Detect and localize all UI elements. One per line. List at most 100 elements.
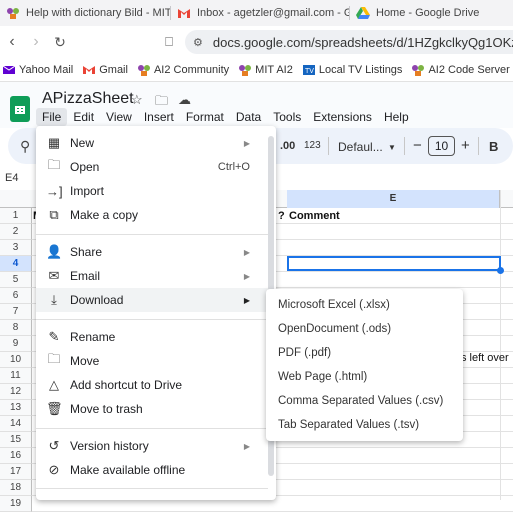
menu-item-import[interactable]: →] Import	[36, 179, 268, 203]
menu-file[interactable]: File	[36, 108, 68, 126]
download-submenu: Microsoft Excel (.xlsx) OpenDocument (.o…	[266, 289, 463, 441]
rename-icon: ✎	[48, 329, 60, 344]
submenu-arrow-icon: ▶	[243, 138, 250, 148]
menu-format[interactable]: Format	[180, 108, 230, 126]
decrease-font-size-button[interactable]: −	[413, 137, 422, 154]
file-menu: ▦ New ▶ 🗀 Open Ctrl+O →] Import ⧉ Make a copy …	[36, 126, 276, 500]
name-box[interactable]: E4	[5, 172, 18, 184]
bookmark-button[interactable]: ⎕	[157, 30, 181, 54]
cell-d10[interactable]: s left over	[461, 352, 509, 364]
menu-item-rename[interactable]: ✎ Rename	[36, 325, 268, 349]
cloud-status-icon[interactable]: ☁	[178, 92, 191, 108]
ai2-icon	[412, 64, 425, 76]
browser-nav-bar: ‹ › ↻ ⎕ ⚙ docs.google.com/spreadsheets/d…	[0, 26, 513, 58]
bookmark-mit-ai2[interactable]: MIT AI2	[239, 64, 293, 76]
menu-divider	[36, 428, 268, 429]
menu-divider	[36, 319, 268, 320]
menu-insert[interactable]: Insert	[138, 108, 180, 126]
menu-help[interactable]: Help	[378, 108, 415, 126]
fill-handle[interactable]	[497, 267, 504, 274]
selected-cell-e4[interactable]	[287, 256, 501, 271]
site-settings-icon[interactable]: ⚙	[193, 36, 203, 49]
toolbar-divider	[328, 137, 329, 155]
move-icon: 🗀	[47, 351, 61, 366]
address-bar[interactable]: ⚙ docs.google.com/spreadsheets/d/1HZgkcl…	[185, 30, 513, 54]
share-icon: 👤	[46, 244, 63, 259]
bookmark-gmail[interactable]: Gmail	[83, 64, 128, 76]
toolbar-divider	[404, 137, 405, 155]
browser-tab[interactable]: Inbox - agetzler@gmail.com - Gmai	[171, 0, 349, 26]
ai2-icon	[7, 8, 19, 19]
reload-icon: ↻	[54, 33, 66, 50]
bookmark-local-tv-listings[interactable]: TV Local TV Listings	[302, 64, 402, 76]
menu-item-move[interactable]: 🗀 Move	[36, 349, 268, 373]
font-size-input[interactable]: 10	[428, 136, 455, 156]
yahoo-mail-icon	[3, 65, 15, 74]
menu-divider	[36, 234, 268, 235]
download-pdf[interactable]: PDF (.pdf)	[278, 347, 331, 359]
search-menus-icon[interactable]: ⚲	[20, 138, 30, 155]
url-text: docs.google.com/spreadsheets/d/1HZgkclky…	[212, 34, 513, 50]
drive-icon	[356, 7, 370, 19]
submenu-arrow-icon: ▶	[243, 247, 250, 257]
increase-font-size-button[interactable]: +	[461, 137, 470, 154]
dropdown-arrow-icon[interactable]: ▼	[388, 143, 396, 152]
forward-icon: ›	[33, 33, 39, 50]
download-csv[interactable]: Comma Separated Values (.csv)	[278, 395, 443, 407]
reload-button[interactable]: ↻	[48, 30, 72, 54]
bookmarks-bar: Yahoo Mail Gmail AI2 Community MIT AI2 T…	[0, 58, 513, 82]
menu-item-download[interactable]: ⤓ Download ▶	[36, 288, 268, 312]
download-tsv[interactable]: Tab Separated Values (.tsv)	[278, 419, 419, 431]
download-ods[interactable]: OpenDocument (.ods)	[278, 323, 391, 335]
menu-item-move-to-trash[interactable]: 🗑 Move to trash	[36, 397, 268, 421]
menu-extensions[interactable]: Extensions	[307, 108, 378, 126]
tab-title: Home - Google Drive	[376, 7, 480, 19]
menu-edit[interactable]: Edit	[67, 108, 100, 126]
bold-button[interactable]: B	[489, 139, 498, 154]
browser-tab[interactable]: Home - Google Drive	[350, 0, 510, 26]
number-format-button[interactable]: 123	[304, 140, 321, 151]
menu-item-version-history[interactable]: ↺ Version history ▶	[36, 434, 268, 458]
svg-text:TV: TV	[305, 68, 314, 75]
sheets-logo-icon[interactable]	[10, 96, 30, 122]
cell-e1[interactable]: Comment	[289, 210, 340, 222]
column-divider	[500, 190, 501, 500]
cell-d1[interactable]: ?	[278, 210, 285, 222]
back-icon: ‹	[9, 33, 15, 50]
menu-item-make-a-copy[interactable]: ⧉ Make a copy	[36, 203, 268, 227]
menu-item-share[interactable]: 👤 Share ▶	[36, 240, 268, 264]
menu-tools[interactable]: Tools	[267, 108, 307, 126]
bookmark-ai2-code-server[interactable]: AI2 Code Server	[412, 64, 510, 76]
offline-icon: ⊘	[48, 462, 60, 477]
menu-view[interactable]: View	[100, 108, 138, 126]
star-icon[interactable]: ☆	[131, 92, 143, 108]
bookmark-ai2-community[interactable]: AI2 Community	[137, 64, 229, 76]
bookmark-yahoo-mail[interactable]: Yahoo Mail	[3, 64, 73, 76]
menu-data[interactable]: Data	[230, 108, 267, 126]
font-family-select[interactable]: Defaul...	[338, 140, 383, 154]
folder-open-icon: 🗀	[47, 157, 61, 172]
menu-bar: File Edit View Insert Format Data Tools …	[36, 108, 415, 126]
menu-item-add-shortcut[interactable]: △ Add shortcut to Drive	[36, 373, 268, 397]
ai2-icon	[137, 64, 150, 76]
back-button[interactable]: ‹	[0, 30, 24, 54]
forward-button[interactable]: ›	[24, 30, 48, 54]
tv-icon: TV	[302, 64, 315, 75]
download-xlsx[interactable]: Microsoft Excel (.xlsx)	[278, 299, 390, 311]
copy-icon: ⧉	[49, 207, 59, 222]
menu-item-email[interactable]: ✉ Email ▶	[36, 264, 268, 288]
bookmark-icon: ⎕	[165, 34, 173, 49]
download-html[interactable]: Web Page (.html)	[278, 371, 367, 383]
add-shortcut-icon: △	[49, 377, 59, 392]
new-sheet-icon: ▦	[47, 135, 61, 150]
menu-item-make-available-offline[interactable]: ⊘ Make available offline	[36, 458, 268, 482]
shortcut-text: Ctrl+O	[217, 161, 250, 173]
gmail-icon	[83, 65, 96, 74]
menu-item-new[interactable]: ▦ New ▶	[36, 131, 268, 155]
submenu-arrow-icon: ▶	[243, 271, 250, 281]
ai2-icon	[239, 64, 252, 76]
document-title[interactable]: APizzaSheet	[42, 90, 134, 108]
browser-tab[interactable]: Help with dictionary Bild - MIT App	[0, 0, 170, 26]
increase-decimal-button[interactable]: .00	[280, 140, 295, 152]
menu-item-open[interactable]: 🗀 Open Ctrl+O	[36, 155, 268, 179]
